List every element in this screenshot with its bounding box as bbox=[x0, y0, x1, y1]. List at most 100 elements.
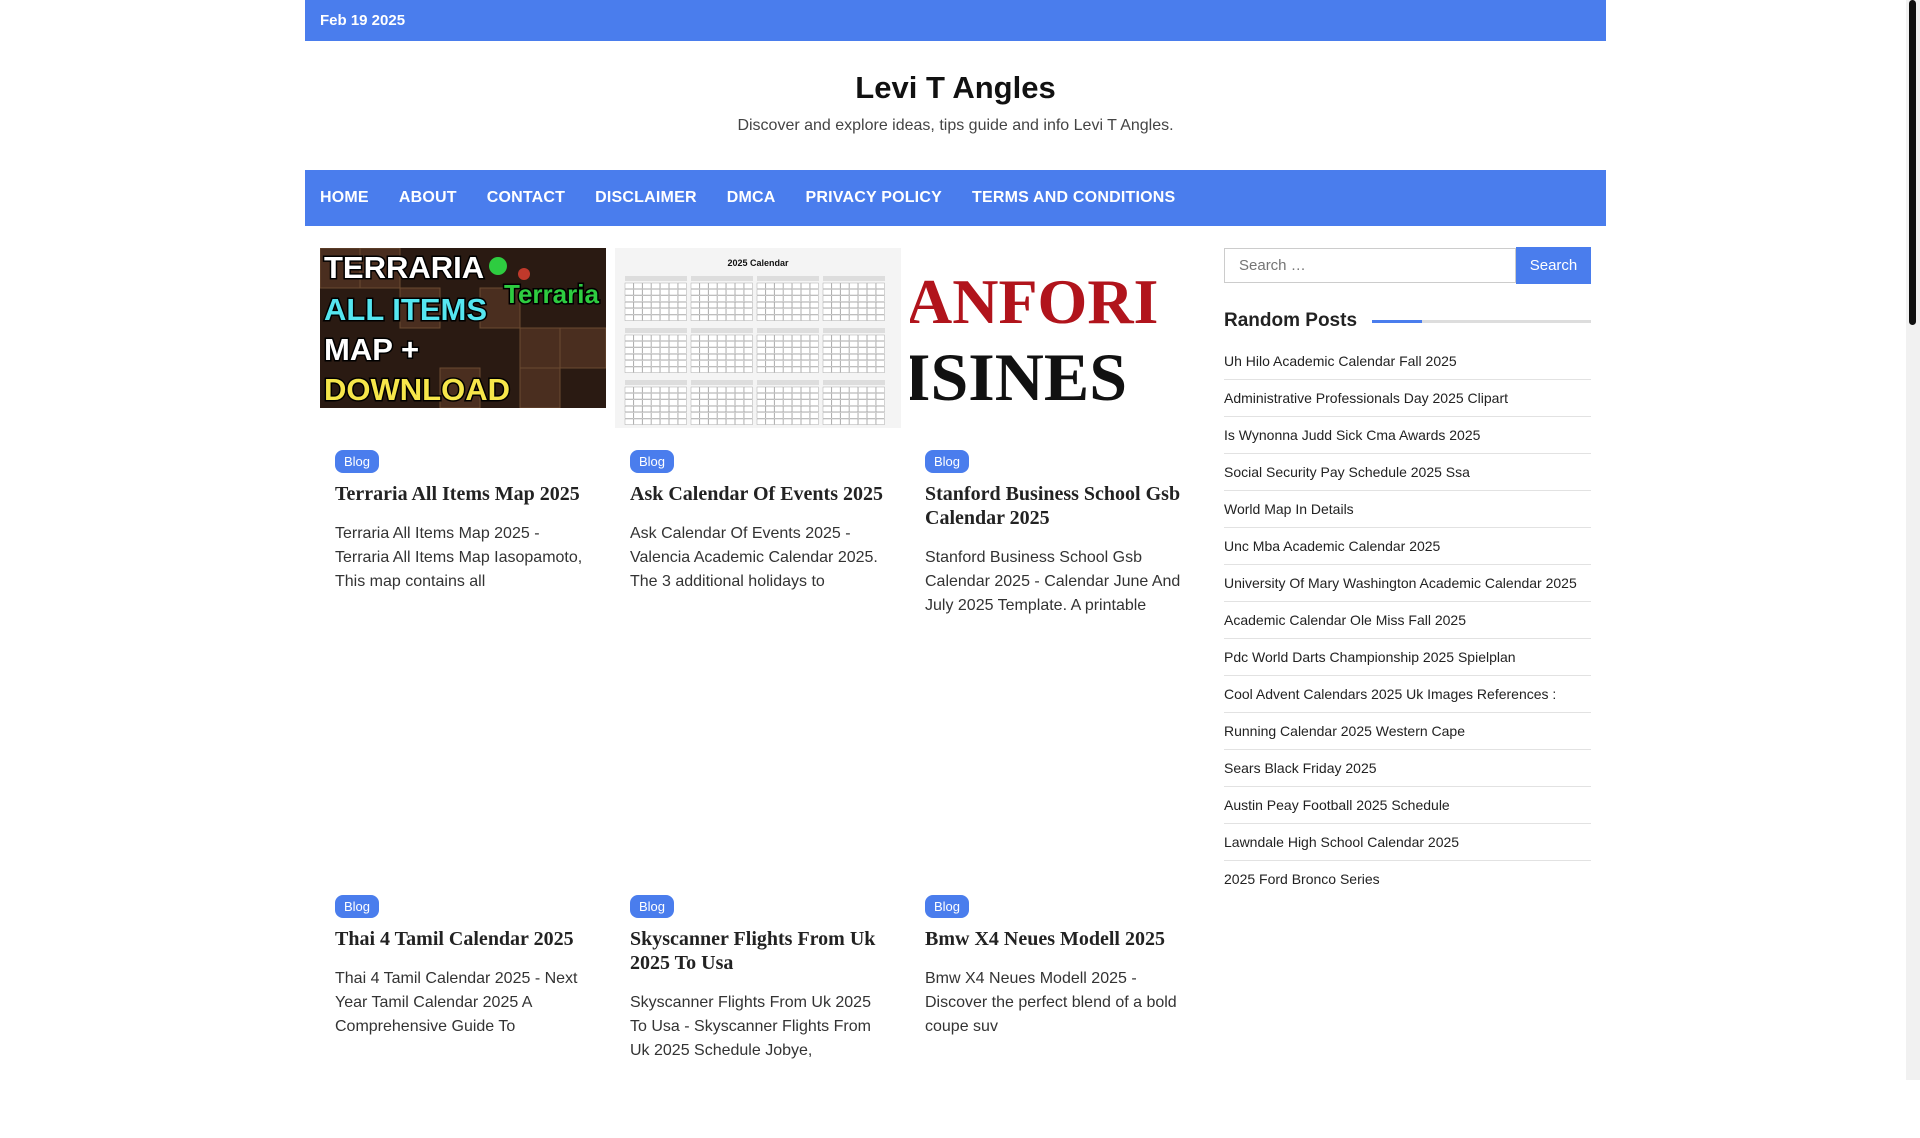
category-badge[interactable]: Blog bbox=[630, 895, 675, 918]
calendar-day-cell bbox=[809, 308, 819, 315]
nav-terms-and-conditions[interactable]: TERMS AND CONDITIONS bbox=[972, 189, 1175, 207]
calendar-day-cell bbox=[699, 393, 709, 400]
calendar-month-header bbox=[691, 380, 753, 385]
top-bar: Feb 19 2025 bbox=[305, 0, 1606, 41]
site-title[interactable]: Levi T Angles bbox=[305, 70, 1606, 106]
category-badge[interactable]: Blog bbox=[925, 450, 970, 473]
random-post-link[interactable]: Uh Hilo Academic Calendar Fall 2025 bbox=[1224, 344, 1591, 380]
calendar-day-cell bbox=[633, 282, 643, 289]
calendar-day-cell bbox=[735, 289, 744, 296]
calendar-day-cell bbox=[792, 418, 801, 425]
random-post-link[interactable]: Academic Calendar Ole Miss Fall 2025 bbox=[1224, 603, 1591, 639]
calendar-day-cell bbox=[735, 412, 744, 419]
calendar-day-cell bbox=[840, 289, 850, 296]
calendar-day-cell bbox=[642, 282, 652, 289]
calendar-day-cell bbox=[831, 418, 841, 425]
calendar-day-cell bbox=[801, 289, 810, 296]
calendar-day-cell bbox=[801, 334, 810, 341]
calendar-day-cell bbox=[849, 353, 859, 360]
calendar-day-cell bbox=[792, 399, 801, 406]
random-post-link[interactable]: World Map In Details bbox=[1224, 492, 1591, 528]
calendar-day-cell bbox=[690, 314, 700, 321]
random-post-link[interactable]: Running Calendar 2025 Western Cape bbox=[1224, 714, 1591, 750]
post-title[interactable]: Terraria All Items Map 2025 bbox=[335, 482, 597, 506]
calendar-day-cell bbox=[651, 295, 661, 302]
nav-dmca[interactable]: DMCA bbox=[727, 189, 776, 207]
calendar-day-cell bbox=[867, 341, 876, 348]
calendar-day-cell bbox=[840, 341, 850, 348]
calendar-day-cell bbox=[735, 366, 744, 373]
calendar-day-cell bbox=[669, 341, 678, 348]
random-post-link[interactable]: Administrative Professionals Day 2025 Cl… bbox=[1224, 381, 1591, 417]
calendar-day-cell bbox=[624, 302, 634, 309]
post-title[interactable]: Thai 4 Tamil Calendar 2025 bbox=[335, 927, 597, 951]
calendar-day-cell bbox=[677, 347, 687, 354]
calendar-day-cell bbox=[624, 360, 634, 367]
nav-home[interactable]: HOME bbox=[320, 189, 369, 207]
calendar-day-cell bbox=[840, 282, 850, 289]
calendar-day-cell bbox=[624, 366, 634, 373]
random-post-link[interactable]: Pdc World Darts Championship 2025 Spielp… bbox=[1224, 640, 1591, 676]
calendar-day-cell bbox=[831, 295, 841, 302]
calendar-day-cell bbox=[717, 295, 727, 302]
random-post-link[interactable]: Is Wynonna Judd Sick Cma Awards 2025 bbox=[1224, 418, 1591, 454]
post-thumbnail[interactable]: TERRARIA ALL ITEMS MAP + DOWNLOAD Terrar… bbox=[320, 248, 606, 408]
calendar-day-cell bbox=[669, 295, 678, 302]
nav-contact[interactable]: CONTACT bbox=[487, 189, 565, 207]
calendar-day-cell bbox=[822, 334, 832, 341]
calendar-day-cell bbox=[756, 360, 766, 367]
calendar-day-cell bbox=[642, 289, 652, 296]
calendar-day-cell bbox=[867, 353, 876, 360]
calendar-day-cell bbox=[743, 399, 753, 406]
category-badge[interactable]: Blog bbox=[335, 895, 380, 918]
calendar-day-cell bbox=[774, 295, 784, 302]
random-post-link[interactable]: Austin Peay Football 2025 Schedule bbox=[1224, 788, 1591, 824]
post-title[interactable]: Skyscanner Flights From Uk 2025 To Usa bbox=[630, 927, 892, 975]
post-title[interactable]: Stanford Business School Gsb Calendar 20… bbox=[925, 482, 1187, 530]
calendar-day-cell bbox=[774, 302, 784, 309]
random-post-link[interactable]: University Of Mary Washington Academic C… bbox=[1224, 566, 1591, 602]
calendar-day-cell bbox=[633, 418, 643, 425]
random-post-link[interactable]: Lawndale High School Calendar 2025 bbox=[1224, 825, 1591, 861]
page-scrollbar[interactable] bbox=[1906, 0, 1920, 1080]
post-thumbnail[interactable]: ANFORI ISINES bbox=[910, 248, 1196, 418]
category-badge[interactable]: Blog bbox=[335, 450, 380, 473]
category-badge[interactable]: Blog bbox=[630, 450, 675, 473]
calendar-day-cell bbox=[867, 289, 876, 296]
post-title[interactable]: Bmw X4 Neues Modell 2025 bbox=[925, 927, 1187, 951]
category-badge[interactable]: Blog bbox=[925, 895, 970, 918]
post-thumbnail[interactable]: 2025 Calendar bbox=[615, 248, 901, 428]
calendar-day-cell bbox=[633, 289, 643, 296]
calendar-day-cell bbox=[690, 399, 700, 406]
calendar-day-cell bbox=[756, 399, 766, 406]
random-post-link[interactable]: 2025 Ford Bronco Series bbox=[1224, 862, 1591, 897]
calendar-day-cell bbox=[756, 405, 766, 412]
calendar-day-cell bbox=[774, 399, 784, 406]
calendar-day-cell bbox=[708, 314, 718, 321]
search-input[interactable] bbox=[1224, 248, 1516, 283]
calendar-day-cell bbox=[699, 314, 709, 321]
calendar-day-cell bbox=[624, 399, 634, 406]
calendar-day-cell bbox=[699, 334, 709, 341]
random-post-link[interactable]: Social Security Pay Schedule 2025 Ssa bbox=[1224, 455, 1591, 491]
nav-about[interactable]: ABOUT bbox=[399, 189, 457, 207]
nav-disclaimer[interactable]: DISCLAIMER bbox=[595, 189, 697, 207]
calendar-thumbnail-image: 2025 Calendar bbox=[615, 248, 901, 428]
calendar-day-cell bbox=[831, 360, 841, 367]
calendar-day-cell bbox=[822, 314, 832, 321]
calendar-day-cell bbox=[624, 353, 634, 360]
nav-privacy-policy[interactable]: PRIVACY POLICY bbox=[806, 189, 942, 207]
random-post-link[interactable]: Unc Mba Academic Calendar 2025 bbox=[1224, 529, 1591, 565]
random-post-link[interactable]: Sears Black Friday 2025 bbox=[1224, 751, 1591, 787]
stanford-thumbnail-image: ANFORI ISINES bbox=[910, 248, 1196, 418]
calendar-day-cell bbox=[690, 295, 700, 302]
calendar-day-cell bbox=[875, 347, 885, 354]
calendar-day-cell bbox=[801, 393, 810, 400]
random-post-link[interactable]: Cool Advent Calendars 2025 Uk Images Ref… bbox=[1224, 677, 1591, 713]
scrollbar-thumb[interactable] bbox=[1909, 0, 1916, 325]
calendar-day-cell bbox=[743, 353, 753, 360]
calendar-day-cell bbox=[867, 386, 876, 393]
search-button[interactable]: Search bbox=[1516, 247, 1591, 284]
post-title[interactable]: Ask Calendar Of Events 2025 bbox=[630, 482, 892, 506]
calendar-day-cell bbox=[669, 289, 678, 296]
